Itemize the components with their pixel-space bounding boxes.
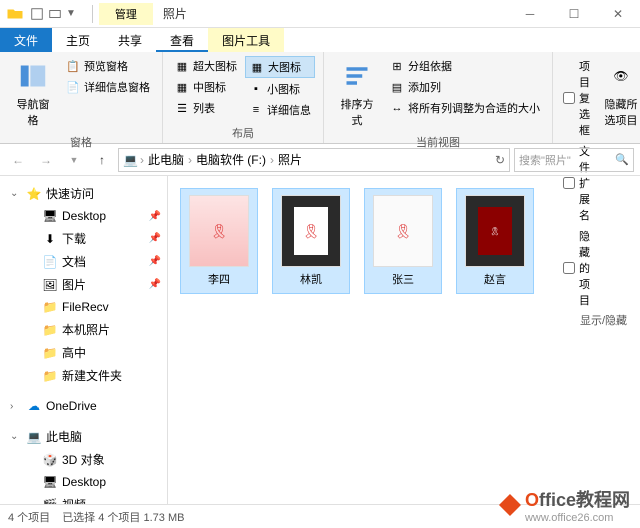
address-bar-row: ← → ▼ ↑ 💻 › 此电脑 › 电脑软件 (F:) › 照片 ↻ 搜索"照片… [0,144,640,176]
file-name: 李四 [208,271,230,287]
search-input[interactable]: 搜索"照片" 🔍 [514,148,634,172]
sidebar-documents[interactable]: 📄文档📌 [0,250,167,273]
file-name: 林凯 [300,271,322,287]
watermark-logo-icon [499,494,521,516]
large-icons-button[interactable]: ▦大图标 [245,56,315,78]
tab-file[interactable]: 文件 [0,28,52,52]
crumb-folder[interactable]: 照片 [276,151,304,168]
details-button[interactable]: ≡详细信息 [245,100,315,120]
add-columns-button[interactable]: ▤添加列 [386,77,544,97]
sort-button[interactable]: 排序方式 [332,56,382,132]
file-name: 张三 [392,271,414,287]
file-thumbnail: 🎗 [465,195,525,267]
size-columns-button[interactable]: ↔将所有列调整为合适的大小 [386,98,544,118]
up-button[interactable]: ↑ [90,148,114,172]
selection-info: 已选择 4 个项目 1.73 MB [62,509,184,525]
sidebar-videos[interactable]: 🎬视频 [0,493,167,504]
address-bar[interactable]: 💻 › 此电脑 › 电脑软件 (F:) › 照片 ↻ [118,148,510,172]
ribbon-group-show-hide: 项目复选框 文件扩展名 隐藏的项目 👁 隐藏所选项目 显示/隐藏 [553,52,640,143]
recent-dropdown[interactable]: ▼ [62,148,86,172]
sort-icon [343,62,371,90]
file-thumbnail: 🎗 [281,195,341,267]
content-area: ⌄⭐快速访问 🖥Desktop📌 ⬇下载📌 📄文档📌 🖼图片📌 📁FileRec… [0,176,640,504]
nav-pane-icon [19,62,47,90]
ribbon-group-layout: ▦超大图标 ▦中图标 ☰列表 ▦大图标 ▪小图标 ≡详细信息 布局 [163,52,324,143]
sidebar-3d-objects[interactable]: 🎲3D 对象 [0,448,167,471]
sidebar-onedrive[interactable]: ›☁OneDrive [0,395,167,417]
watermark: Office教程网 www.office26.com [499,486,630,524]
watermark-url: www.office26.com [525,512,630,524]
hide-icon: 👁 [605,60,637,92]
minimize-button[interactable]: ─ [508,0,552,28]
navigation-sidebar: ⌄⭐快速访问 🖥Desktop📌 ⬇下载📌 📄文档📌 🖼图片📌 📁FileRec… [0,176,168,504]
sidebar-quick-access[interactable]: ⌄⭐快速访问 [0,182,167,205]
watermark-brand: Office教程网 [525,486,630,512]
sidebar-new-folder[interactable]: 📁新建文件夹 [0,364,167,387]
maximize-button[interactable]: ☐ [552,0,596,28]
medium-icons-button[interactable]: ▦中图标 [171,77,241,97]
file-item[interactable]: 🎗 李四 [180,188,258,294]
file-list: 🎗 李四 🎗 林凯 🎗 张三 🎗 赵言 [168,176,640,504]
file-thumbnail: 🎗 [189,195,249,267]
sidebar-gaozhong[interactable]: 📁高中 [0,341,167,364]
file-thumbnail: 🎗 [373,195,433,267]
folder-icon [6,5,24,23]
ribbon: 导航窗格 📋预览窗格 📄详细信息窗格 窗格 ▦超大图标 ▦中图标 ☰列表 ▦大图… [0,52,640,144]
sidebar-this-pc[interactable]: ⌄💻此电脑 [0,425,167,448]
details-pane-button[interactable]: 📄详细信息窗格 [62,77,154,97]
sidebar-local-photos[interactable]: 📁本机照片 [0,318,167,341]
back-button[interactable]: ← [6,148,30,172]
qat-btn-1[interactable] [30,7,44,21]
sidebar-desktop2[interactable]: 🖥Desktop [0,471,167,493]
sidebar-pictures[interactable]: 🖼图片📌 [0,273,167,296]
crumb-drive[interactable]: 电脑软件 (F:) [194,151,268,168]
small-icons-button[interactable]: ▪小图标 [245,79,315,99]
ribbon-group-panes: 导航窗格 📋预览窗格 📄详细信息窗格 窗格 [0,52,163,143]
preview-pane-button[interactable]: 📋预览窗格 [62,56,154,76]
tab-home[interactable]: 主页 [52,28,104,52]
refresh-icon[interactable]: ↻ [495,153,505,167]
group-by-button[interactable]: ⊞分组依据 [386,56,544,76]
sidebar-downloads[interactable]: ⬇下载📌 [0,227,167,250]
qat-btn-2[interactable] [48,7,62,21]
pc-icon: 💻 [123,153,138,167]
window-titlebar: ▼ 管理 照片 ─ ☐ ✕ [0,0,640,28]
nav-pane-button[interactable]: 导航窗格 [8,56,58,132]
list-button[interactable]: ☰列表 [171,98,241,118]
file-item[interactable]: 🎗 赵言 [456,188,534,294]
forward-button[interactable]: → [34,148,58,172]
search-icon: 🔍 [615,153,629,166]
ribbon-tabs: 文件 主页 共享 查看 图片工具 [0,28,640,52]
extra-large-icons-button[interactable]: ▦超大图标 [171,56,241,76]
item-count: 4 个项目 [8,509,50,525]
crumb-this-pc[interactable]: 此电脑 [146,151,186,168]
tab-picture-tools[interactable]: 图片工具 [208,28,284,52]
file-item[interactable]: 🎗 张三 [364,188,442,294]
context-tab: 管理 [99,3,153,25]
window-title: 照片 [163,5,187,22]
group-label-layout: 布局 [171,123,315,141]
ribbon-group-current-view: 排序方式 ⊞分组依据 ▤添加列 ↔将所有列调整为合适的大小 当前视图 [324,52,553,143]
tab-share[interactable]: 共享 [104,28,156,52]
file-name: 赵言 [484,271,506,287]
tab-view[interactable]: 查看 [156,28,208,52]
close-button[interactable]: ✕ [596,0,640,28]
sidebar-desktop[interactable]: 🖥Desktop📌 [0,205,167,227]
sidebar-filerecv[interactable]: 📁FileRecv [0,296,167,318]
file-item[interactable]: 🎗 林凯 [272,188,350,294]
item-checkboxes-toggle[interactable]: 项目复选框 [561,56,592,140]
qat-dropdown-icon[interactable]: ▼ [66,8,76,19]
